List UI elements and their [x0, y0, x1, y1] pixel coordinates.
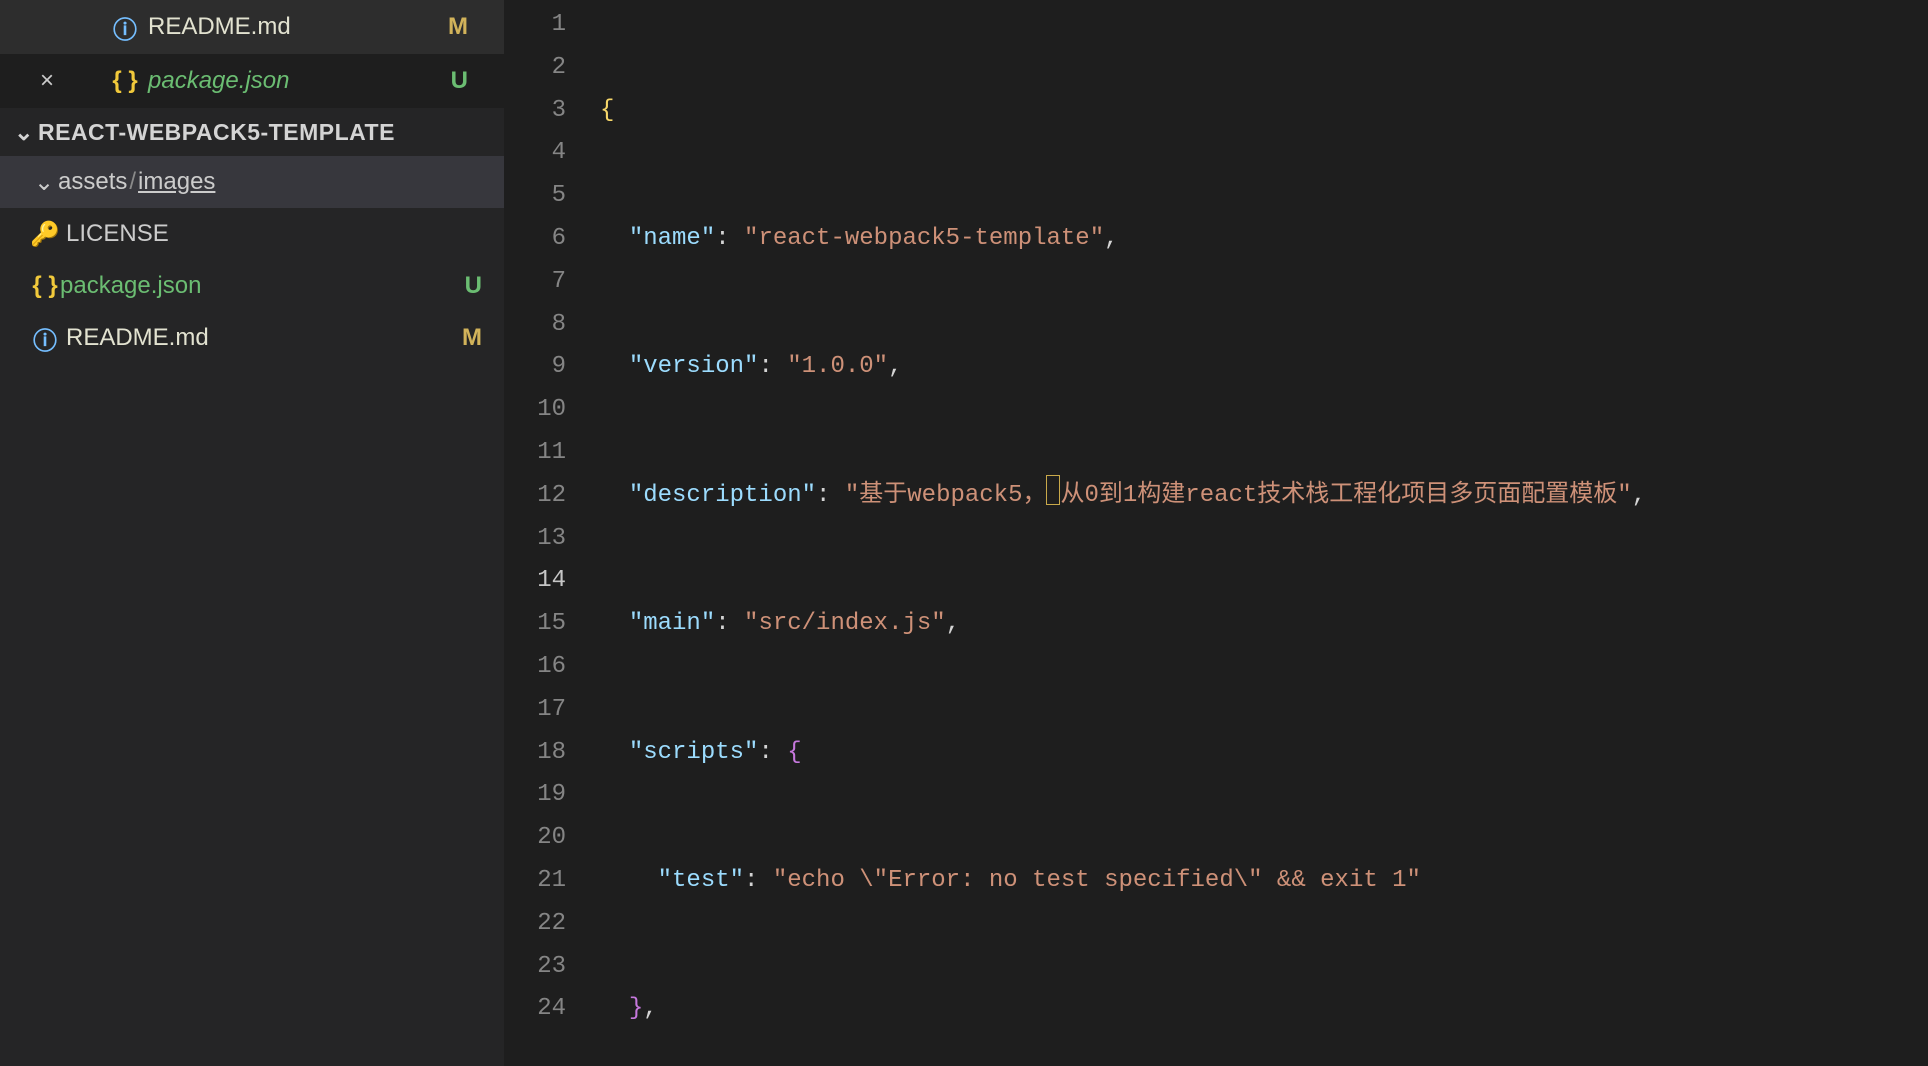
file-license[interactable]: 🔑 LICENSE — [0, 208, 504, 260]
file-tree: ⌄ assets / images 🔑 LICENSE { } package.… — [0, 156, 504, 364]
chevron-down-icon: ⌄ — [10, 119, 38, 146]
folder-assets-images[interactable]: ⌄ assets / images — [0, 156, 504, 208]
file-label: LICENSE — [66, 220, 169, 248]
line-gutter: 123456789101112131415161718192021222324 — [504, 0, 596, 1066]
json-icon: { } — [112, 67, 138, 95]
sidebar: ⓘ README.md M × { } package.json U ⌄ REA… — [0, 0, 504, 1066]
info-icon: ⓘ — [112, 10, 138, 45]
file-readme[interactable]: ⓘ README.md M — [0, 312, 504, 364]
cursor — [1046, 475, 1060, 505]
path-separator: / — [129, 168, 136, 196]
folder-label: assets — [58, 168, 127, 196]
key-icon: 🔑 — [30, 220, 60, 249]
tab-label: README.md — [148, 13, 291, 41]
file-label: README.md — [66, 324, 209, 352]
editor[interactable]: 123456789101112131415161718192021222324 … — [504, 0, 1928, 1066]
file-package-json[interactable]: { } package.json U — [0, 260, 504, 312]
info-icon: ⓘ — [30, 321, 60, 356]
tab-package-json[interactable]: × { } package.json U — [0, 54, 504, 108]
git-status: M — [462, 324, 482, 352]
open-editors: ⓘ README.md M × { } package.json U — [0, 0, 504, 108]
file-label: package.json — [60, 272, 201, 300]
tab-label: package.json — [148, 67, 289, 95]
git-status: U — [465, 272, 482, 300]
json-icon: { } — [30, 272, 60, 300]
tab-readme[interactable]: ⓘ README.md M — [0, 0, 504, 54]
code-area[interactable]: { "name": "react-webpack5-template", "ve… — [596, 0, 1928, 1066]
project-name: REACT-WEBPACK5-TEMPLATE — [38, 119, 395, 146]
explorer-header[interactable]: ⌄ REACT-WEBPACK5-TEMPLATE — [0, 108, 504, 156]
chevron-down-icon: ⌄ — [30, 168, 58, 197]
folder-sublabel: images — [138, 168, 215, 196]
git-status: U — [451, 67, 468, 95]
git-status: M — [448, 13, 468, 41]
close-icon[interactable]: × — [40, 67, 54, 95]
app-root: ⓘ README.md M × { } package.json U ⌄ REA… — [0, 0, 1928, 1066]
